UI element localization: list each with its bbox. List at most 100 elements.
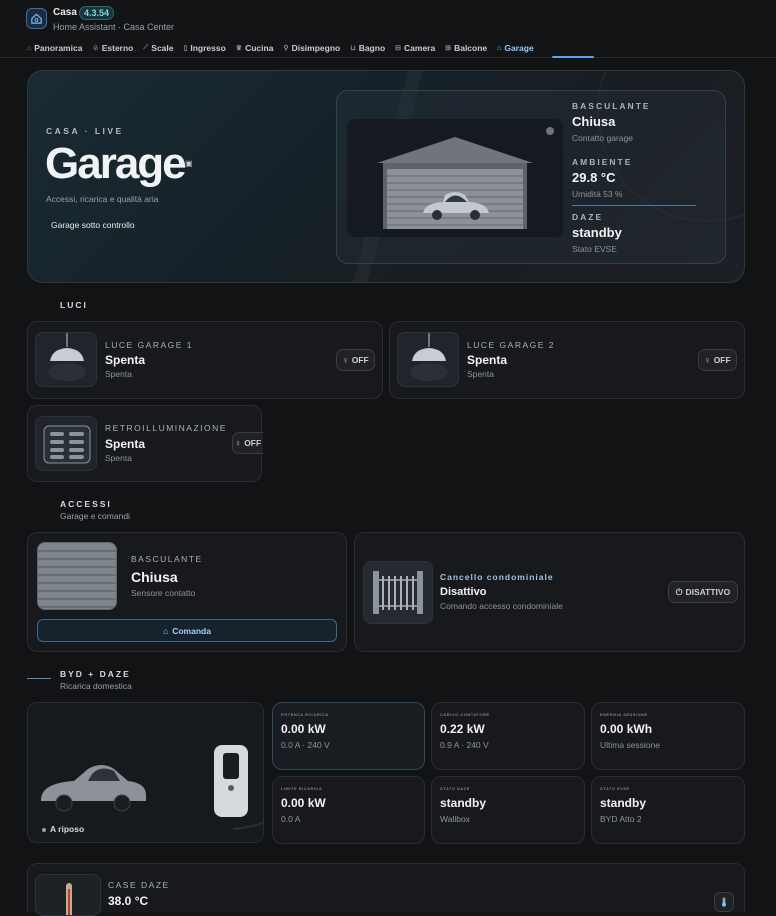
bulb-icon: ♀	[342, 355, 349, 365]
case-daze-kicker: CASE DAZE	[108, 880, 170, 890]
metric-stato-daze: STATO DAZE standby Wallbox	[431, 776, 585, 844]
bed-icon: ⊟	[395, 45, 402, 52]
thermometer-icon	[35, 874, 101, 916]
metric-kicker: CARICO CONTATORE	[440, 712, 490, 717]
tab-panoramica[interactable]: ⌂ Panoramica	[27, 41, 82, 55]
version-badge: 4.3.54	[79, 6, 115, 20]
light-substate: Spenta	[467, 369, 494, 379]
light-toggle-button[interactable]: ♀ OFF	[232, 432, 263, 454]
metric-sub: Ultima sessione	[600, 740, 660, 750]
tab-esterno[interactable]: ♧ Esterno	[92, 41, 133, 55]
metric-kicker: ENERGIA SESSIONE	[600, 712, 648, 717]
cancello-card: Cancello condominiale Disattivo Comando …	[354, 532, 745, 652]
balcony-icon: ⊞	[445, 45, 452, 52]
cancello-sub: Comando accesso condominiale	[440, 601, 563, 611]
car-and-wallbox-illustration	[41, 745, 264, 830]
basculante-kicker: BASCULANTE	[572, 101, 651, 111]
gate-icon	[363, 561, 433, 624]
tab-cucina[interactable]: ♛ Cucina	[236, 41, 274, 55]
tab-label: Ingresso	[190, 43, 226, 53]
garage-icon: ⌂	[497, 44, 502, 52]
tab-ingresso[interactable]: ▯ Ingresso	[184, 41, 226, 55]
light-toggle-button[interactable]: ♀ OFF	[698, 349, 737, 371]
metric-sub: 0.9 A · 240 V	[440, 740, 489, 750]
metric-value: standby	[440, 796, 487, 810]
light-substate: Spenta	[105, 453, 132, 463]
room-tabs: ⌂ Panoramica ♧ Esterno ⟋ Scale ▯ Ingresso ♛ C…	[27, 41, 534, 55]
light-card-garage-1[interactable]: LUCE GARAGE 1 Spenta Spenta ♀ OFF	[27, 321, 383, 399]
car-status: A riposo	[50, 824, 85, 834]
tab-disimpegno[interactable]: ⚲ Disimpegno	[283, 41, 340, 55]
button-label: DISATTIVO	[685, 587, 731, 597]
light-kicker: LUCE GARAGE 1	[105, 340, 193, 350]
daze-kicker: DAZE	[572, 212, 604, 222]
tab-label: Cucina	[245, 43, 274, 53]
daze-sub: Stato EVSE	[572, 244, 617, 254]
metric-value: standby	[600, 796, 647, 810]
tab-camera[interactable]: ⊟ Camera	[395, 41, 435, 55]
tab-label: Camera	[404, 43, 436, 53]
metric-sub: Wallbox	[440, 814, 470, 824]
ev-visual-card: A riposo	[27, 702, 264, 843]
divider	[572, 205, 696, 206]
case-daze-value: 38.0 °C	[108, 894, 149, 908]
tab-balcone[interactable]: ⊞ Balcone	[445, 41, 487, 55]
section-subtitle-accessi: Garage e comandi	[60, 511, 130, 521]
basculante-sub: Contatto garage	[572, 133, 633, 143]
tab-label: Disimpegno	[291, 43, 341, 53]
light-substate: Spenta	[105, 369, 132, 379]
tab-label: Garage	[504, 43, 534, 53]
bath-icon: ⊔	[350, 45, 356, 52]
tree-icon: ♧	[92, 45, 99, 52]
garage-icon: ▣	[185, 159, 193, 168]
chef-icon: ♛	[235, 45, 243, 52]
tab-garage[interactable]: ⌂ Garage	[497, 41, 534, 55]
app-title: Casa	[53, 7, 77, 18]
light-card-retroilluminazione[interactable]: RETROILLUMINAZIONE Spenta Spenta ♀ OFF	[27, 405, 263, 482]
comanda-button[interactable]: ⌂ Comanda	[37, 619, 337, 642]
page-title: Garage	[45, 139, 187, 188]
cancello-toggle-button[interactable]: ⏻ DISATTIVO	[668, 581, 738, 603]
bulb-icon: ♀	[234, 438, 242, 448]
basculante-card: BASCULANTE Chiusa Sensore contatto ⌂ Coma…	[27, 532, 347, 652]
hero-status-panel: BASCULANTE Chiusa Contatto garage AMBIEN…	[336, 90, 726, 264]
garage-icon: ⌂	[163, 625, 169, 636]
metric-carico-contatore: CARICO CONTATORE 0.22 kW 0.9 A · 240 V	[431, 702, 585, 770]
tab-label: Balcone	[454, 43, 488, 53]
hero-card: CASA · LIVE Garage ▣ Accessi, ricarica e…	[27, 70, 745, 283]
metric-kicker: LIMITE RICARICA	[281, 786, 323, 791]
metric-kicker: POTENZA RICARICA	[281, 712, 329, 717]
tab-label: Scale	[151, 43, 174, 53]
section-title-luci: LUCI	[60, 300, 88, 310]
metric-sub: 0.0 A · 240 V	[281, 740, 330, 750]
button-label: Comanda	[172, 625, 211, 636]
metric-kicker: STATO EVSE	[600, 786, 630, 791]
metric-energia-sessione: ENERGIA SESSIONE 0.00 kWh Ultima session…	[591, 702, 745, 770]
tab-bagno[interactable]: ⊔ Bagno	[350, 41, 385, 55]
tab-scale[interactable]: ⟋ Scale	[143, 41, 173, 55]
toggle-label: OFF	[351, 355, 369, 365]
tab-label: Esterno	[101, 43, 134, 53]
basculante-kicker: BASCULANTE	[131, 554, 203, 564]
ambiente-sub: Umidità 53 %	[572, 189, 623, 199]
metric-potenza-ricarica: POTENZA RICARICA 0.00 kW 0.0 A · 240 V	[272, 702, 425, 770]
metric-sub: BYD Atto 2	[600, 814, 642, 824]
power-icon: ⏻	[675, 586, 683, 597]
hero-description: Accessi, ricarica e qualità aria	[46, 194, 159, 204]
light-toggle-button[interactable]: ♀ OFF	[336, 349, 375, 371]
metric-value: 0.00 kW	[281, 796, 326, 810]
section-title-ev: BYD + DAZE	[60, 669, 131, 679]
light-state: Spenta	[467, 353, 508, 367]
metric-kicker: STATO DAZE	[440, 786, 470, 791]
light-card-garage-2[interactable]: LUCE GARAGE 2 Spenta Spenta ♀ OFF	[389, 321, 745, 399]
home-logo-icon[interactable]	[26, 8, 47, 29]
toggle-label: OFF	[713, 355, 731, 365]
section-title-accessi: ACCESSI	[60, 499, 112, 509]
metric-value: 0.00 kWh	[600, 722, 653, 736]
door-icon: ▯	[183, 45, 188, 52]
bulb-icon: ♀	[704, 355, 711, 365]
garage-door-icon	[37, 542, 117, 610]
temperature-icon[interactable]: 🌡	[714, 892, 734, 912]
tab-label: Bagno	[358, 43, 386, 53]
tab-label: Panoramica	[34, 43, 83, 53]
